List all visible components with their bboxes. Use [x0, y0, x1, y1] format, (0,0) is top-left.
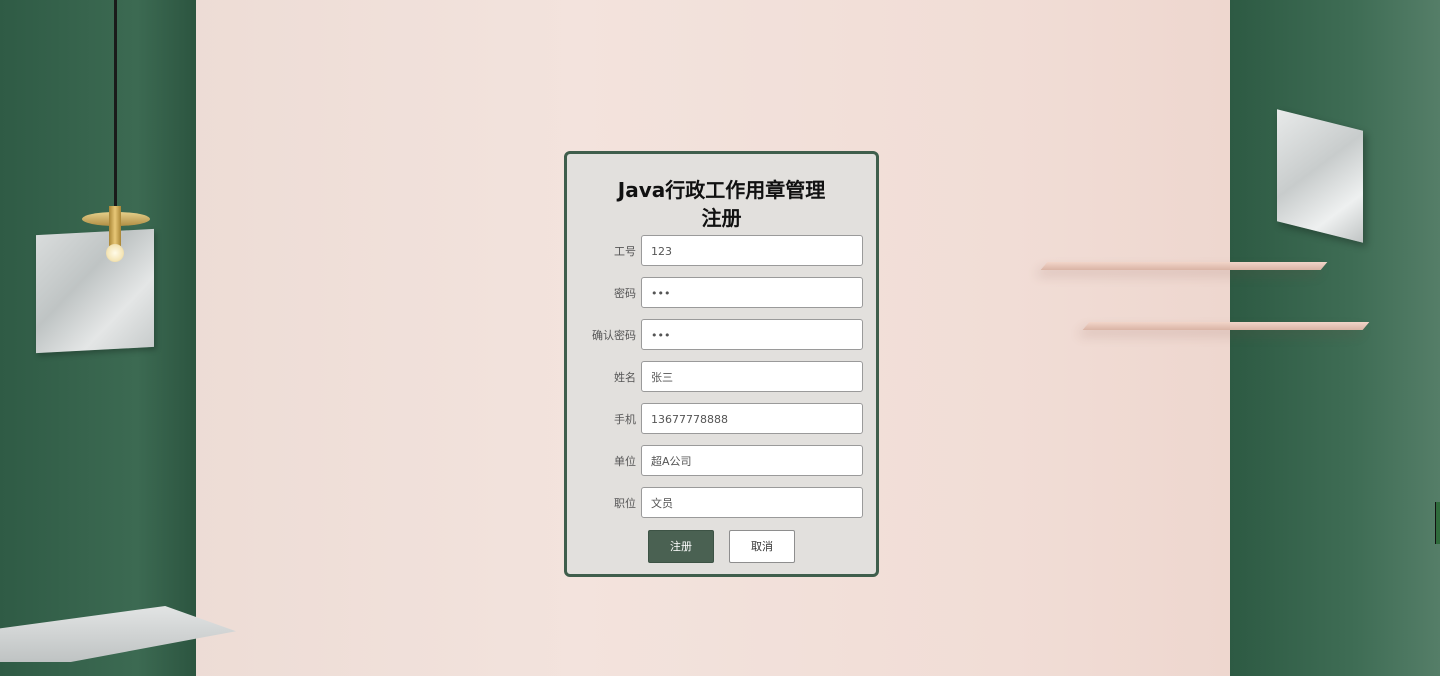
floating-shelf-lower [1082, 322, 1370, 330]
position-input[interactable]: 文员 [641, 487, 863, 518]
marble-panel-left [36, 228, 154, 354]
form-row-phone: 手机 13677778888 [567, 403, 876, 437]
form-title: 注册 [701, 206, 742, 230]
password-label: 密码 [614, 287, 636, 300]
pendant-lamp-stem [109, 206, 121, 246]
confirm-password-label: 确认密码 [592, 329, 636, 342]
scrollbar-edge[interactable] [1435, 502, 1440, 544]
employee-id-label: 工号 [614, 245, 636, 258]
page-title: Java行政工作用章管理 注册 [567, 176, 876, 232]
phone-label: 手机 [614, 413, 636, 426]
phone-input[interactable]: 13677778888 [641, 403, 863, 434]
app-title: Java行政工作用章管理 [617, 178, 826, 202]
form-row-confirm-password: 确认密码 ••• [567, 319, 876, 353]
marble-panel-right [1277, 109, 1363, 243]
name-input[interactable]: 张三 [641, 361, 863, 392]
form-row-name: 姓名 张三 [567, 361, 876, 395]
lamp-cord [114, 0, 117, 212]
floating-shelf-upper [1040, 262, 1328, 270]
register-form-card: Java行政工作用章管理 注册 工号 123 密码 ••• 确认密码 ••• 姓… [564, 151, 879, 577]
cancel-button[interactable]: 取消 [729, 530, 795, 563]
confirm-password-input[interactable]: ••• [641, 319, 863, 350]
company-label: 单位 [614, 455, 636, 468]
employee-id-input[interactable]: 123 [641, 235, 863, 266]
name-label: 姓名 [614, 371, 636, 384]
form-row-position: 职位 文员 [567, 487, 876, 521]
form-row-password: 密码 ••• [567, 277, 876, 311]
register-button[interactable]: 注册 [648, 530, 714, 563]
form-row-employee-id: 工号 123 [567, 235, 876, 269]
form-row-company: 单位 超A公司 [567, 445, 876, 479]
position-label: 职位 [614, 497, 636, 510]
password-input[interactable]: ••• [641, 277, 863, 308]
lamp-bulb-icon [106, 244, 124, 262]
green-wall-right [1230, 0, 1440, 676]
company-input[interactable]: 超A公司 [641, 445, 863, 476]
